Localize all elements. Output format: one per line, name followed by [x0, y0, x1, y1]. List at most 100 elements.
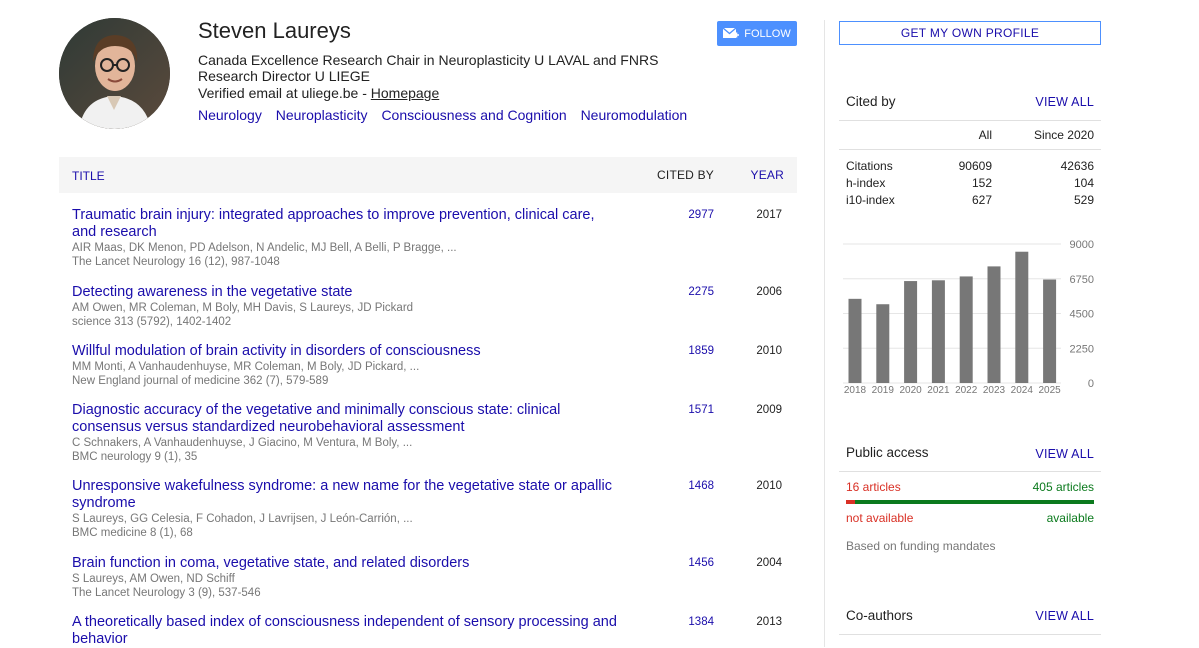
profile-name: Steven Laureys [198, 18, 351, 43]
sort-by-cited[interactable]: CITED BY [657, 168, 714, 182]
interest-link[interactable]: Neuroplasticity [276, 107, 368, 123]
article-title-link[interactable]: Unresponsive wakefulness syndrome: a new… [72, 478, 617, 512]
article-title-link[interactable]: Brain function in coma, vegetative state… [72, 555, 617, 572]
article-publication: BMC medicine 8 (1), 68 [72, 527, 193, 539]
article-publication: science 313 (5792), 1402-1402 [72, 316, 232, 328]
chart-bar[interactable] [959, 276, 973, 383]
article-publication: The Lancet Neurology 16 (12), 987-1048 [72, 256, 280, 268]
public-access-view-all-link[interactable]: VIEW ALL [1035, 447, 1094, 461]
article-year: 2013 [756, 616, 782, 628]
follow-label: FOLLOW [744, 27, 791, 40]
table-row: Willful modulation of brain activity in … [72, 343, 802, 388]
interest-link[interactable]: Neurology [198, 107, 262, 123]
sort-by-year[interactable]: YEAR [751, 168, 784, 182]
stat-since: 104 [1073, 176, 1094, 190]
table-row: Diagnostic accuracy of the vegetative an… [72, 402, 802, 464]
interest-link[interactable]: Neuromodulation [581, 107, 688, 123]
not-available-label: not available [846, 511, 914, 525]
article-title-link[interactable]: Detecting awareness in the vegetative st… [72, 284, 617, 301]
divider [839, 471, 1101, 472]
not-available-count-link[interactable]: 16 articles [846, 480, 901, 494]
homepage-link[interactable]: Homepage [371, 85, 440, 101]
article-authors: S Laureys, AM Owen, ND Schiff [72, 573, 235, 585]
stats-row: Citations 90609 42636 [839, 159, 1101, 176]
coauthors-view-all-link[interactable]: VIEW ALL [1035, 609, 1094, 623]
interest-link[interactable]: Consciousness and Cognition [381, 107, 566, 123]
envelope-icon [723, 27, 740, 38]
funding-mandates-note: Based on funding mandates [846, 539, 996, 553]
cited-by-view-all-link[interactable]: VIEW ALL [1035, 95, 1094, 109]
article-authors: S Laureys, GG Celesia, F Cohadon, J Lavr… [72, 513, 413, 525]
public-access-heading: Public access [846, 445, 929, 460]
y-tick-label: 9000 [1070, 239, 1094, 251]
chart-bar[interactable] [931, 280, 945, 383]
email-text: Verified email at uliege.be - [198, 85, 371, 101]
public-access-bar [846, 500, 1094, 504]
coauthors-heading: Co-authors [846, 608, 913, 623]
article-authors: AM Owen, MR Coleman, M Boly, MH Davis, S… [72, 302, 414, 314]
cited-by-count[interactable]: 1468 [659, 480, 714, 492]
article-publication: The Lancet Neurology 3 (9), 537-546 [72, 587, 261, 599]
chart-bar[interactable] [1015, 251, 1029, 383]
stat-all: 152 [971, 176, 992, 190]
divider [839, 120, 1101, 121]
article-title-link[interactable]: Willful modulation of brain activity in … [72, 343, 617, 360]
verified-email: Verified email at uliege.be - Homepage [198, 85, 439, 101]
follow-button[interactable]: FOLLOW [717, 21, 797, 46]
cited-by-count[interactable]: 2977 [659, 209, 714, 221]
cited-by-count[interactable]: 1859 [659, 345, 714, 357]
stat-all: 627 [971, 193, 992, 207]
cited-by-count[interactable]: 1456 [659, 557, 714, 569]
table-row: Detecting awareness in the vegetative st… [72, 284, 802, 329]
column-divider [824, 20, 825, 647]
article-title-link[interactable]: A theoretically based index of conscious… [72, 614, 617, 648]
profile-affiliation: Canada Excellence Research Chair in Neur… [198, 52, 659, 84]
x-tick-label: 2022 [955, 385, 978, 396]
cited-by-heading: Cited by [846, 94, 896, 109]
available-count-link[interactable]: 405 articles [1033, 480, 1094, 494]
stat-since: 42636 [1060, 159, 1094, 173]
article-authors: AIR Maas, DK Menon, PD Adelson, N Andeli… [72, 242, 457, 254]
citations-per-year-chart: 9000 6750 4500 2250 0 2018 2019 2020 2021 2022 202… [843, 239, 1094, 396]
stat-since: 529 [1073, 193, 1094, 207]
article-year: 2004 [756, 557, 782, 569]
y-tick-label: 6750 [1070, 274, 1094, 286]
x-tick-label: 2023 [983, 385, 1006, 396]
chart-bar[interactable] [1043, 279, 1057, 383]
sort-by-title[interactable]: TITLE [72, 169, 105, 183]
col-header-all: All [978, 128, 992, 142]
y-tick-label: 0 [1088, 378, 1094, 390]
stats-row: h-index 152 104 [839, 176, 1101, 193]
cited-by-count[interactable]: 1571 [659, 404, 714, 416]
x-tick-label: 2024 [1011, 385, 1034, 396]
not-available-bar-segment [846, 500, 856, 504]
chart-bar[interactable] [987, 266, 1001, 383]
table-row: A theoretically based index of conscious… [72, 614, 802, 648]
available-label: available [1046, 511, 1094, 525]
chart-bar[interactable] [848, 298, 862, 383]
article-year: 2006 [756, 286, 782, 298]
col-header-since: Since 2020 [1033, 128, 1094, 142]
stat-label: h-index [846, 176, 886, 190]
stat-all: 90609 [958, 159, 992, 173]
articles-table-header: TITLE CITED BY YEAR [59, 157, 797, 193]
stat-label: i10-index [846, 193, 895, 207]
table-row: Unresponsive wakefulness syndrome: a new… [72, 478, 802, 540]
article-year: 2017 [756, 209, 782, 221]
article-title-link[interactable]: Traumatic brain injury: integrated appro… [72, 207, 617, 241]
article-year: 2010 [756, 480, 782, 492]
table-row: Brain function in coma, vegetative state… [72, 555, 802, 600]
cited-by-count[interactable]: 2275 [659, 286, 714, 298]
chart-bar[interactable] [876, 304, 890, 383]
get-my-own-profile-button[interactable]: GET MY OWN PROFILE [839, 21, 1101, 45]
stat-label: Citations [846, 159, 893, 173]
stats-row: i10-index 627 529 [839, 193, 1101, 210]
cited-by-count[interactable]: 1384 [659, 616, 714, 628]
y-tick-label: 2250 [1070, 343, 1094, 355]
chart-bar[interactable] [904, 281, 918, 383]
article-title-link[interactable]: Diagnostic accuracy of the vegetative an… [72, 402, 617, 436]
table-row: Traumatic brain injury: integrated appro… [72, 207, 802, 269]
y-tick-label: 4500 [1070, 309, 1094, 321]
article-publication: BMC neurology 9 (1), 35 [72, 451, 198, 463]
divider [839, 634, 1101, 635]
